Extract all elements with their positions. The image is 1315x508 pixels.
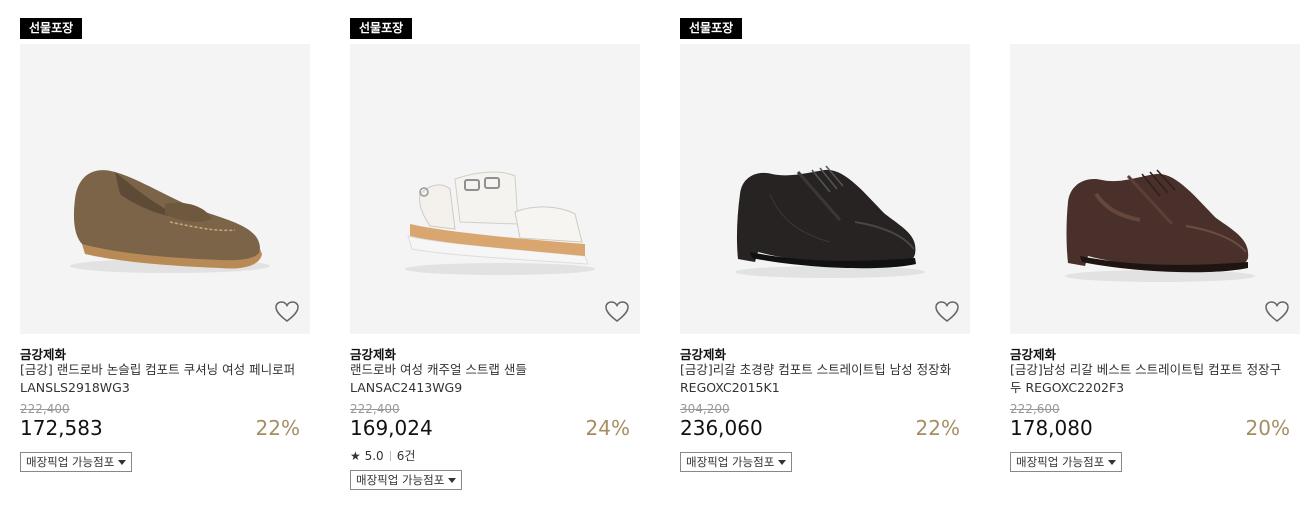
gift-wrap-badge: 선물포장: [350, 18, 413, 39]
discount-rate: 20%: [1245, 416, 1290, 440]
review-rating: ★ 5.0 6건: [350, 447, 415, 464]
sale-price: 172,583: [20, 416, 103, 440]
product-image[interactable]: [680, 44, 970, 334]
star-icon: ★: [350, 449, 361, 463]
store-pickup-label: 매장픽업 가능점포: [1016, 455, 1105, 469]
gift-wrap-badge: 선물포장: [20, 18, 83, 39]
divider: [389, 451, 391, 461]
sale-price: 236,060: [680, 416, 763, 440]
store-pickup-dropdown[interactable]: 매장픽업 가능점포: [20, 452, 133, 472]
original-price: 222,600: [1010, 402, 1060, 416]
product-name[interactable]: [금강]남성 리갈 베스트 스트레이트팁 컴포트 정장구두 REGOXC2202…: [1010, 361, 1290, 396]
original-price: 304,200: [680, 402, 730, 416]
store-pickup-label: 매장픽업 가능점포: [26, 455, 115, 469]
caret-down-icon: [448, 478, 457, 483]
wishlist-heart-icon[interactable]: [934, 300, 960, 324]
wishlist-heart-icon[interactable]: [274, 300, 300, 324]
oxford-shoe-brown-icon: [1065, 169, 1255, 282]
loafer-shoe-icon: [70, 170, 270, 273]
product-name[interactable]: 랜드로바 여성 캐주얼 스트랩 샌들 LANSAC2413WG9: [350, 361, 630, 396]
sandal-shoe-icon: [405, 171, 595, 275]
review-count[interactable]: 6건: [397, 449, 416, 463]
store-pickup-label: 매장픽업 가능점포: [686, 455, 775, 469]
product-image[interactable]: [20, 44, 310, 334]
wishlist-heart-icon[interactable]: [1264, 300, 1290, 324]
product-name[interactable]: [금강]리갈 초경량 컴포트 스트레이트팁 남성 정장화 REGOXC2015K…: [680, 361, 960, 396]
sale-price: 178,080: [1010, 416, 1093, 440]
store-pickup-label: 매장픽업 가능점포: [356, 473, 445, 487]
product-image[interactable]: [350, 44, 640, 334]
caret-down-icon: [118, 460, 127, 465]
discount-rate: 22%: [915, 416, 960, 440]
discount-rate: 24%: [585, 416, 630, 440]
oxford-shoe-black-icon: [735, 165, 925, 278]
sale-price: 169,024: [350, 416, 433, 440]
product-name[interactable]: [금강] 랜드로바 논슬립 컴포트 쿠셔닝 여성 페니로퍼 LANSLS2918…: [20, 361, 300, 396]
store-pickup-dropdown[interactable]: 매장픽업 가능점포: [1010, 452, 1123, 472]
original-price: 222,400: [350, 402, 400, 416]
wishlist-heart-icon[interactable]: [604, 300, 630, 324]
rating-score: 5.0: [364, 449, 384, 463]
caret-down-icon: [1108, 460, 1117, 465]
store-pickup-dropdown[interactable]: 매장픽업 가능점포: [680, 452, 793, 472]
discount-rate: 22%: [255, 416, 300, 440]
store-pickup-dropdown[interactable]: 매장픽업 가능점포: [350, 470, 463, 490]
gift-wrap-badge: 선물포장: [680, 18, 743, 39]
product-image[interactable]: [1010, 44, 1300, 334]
caret-down-icon: [778, 460, 787, 465]
original-price: 222,400: [20, 402, 70, 416]
